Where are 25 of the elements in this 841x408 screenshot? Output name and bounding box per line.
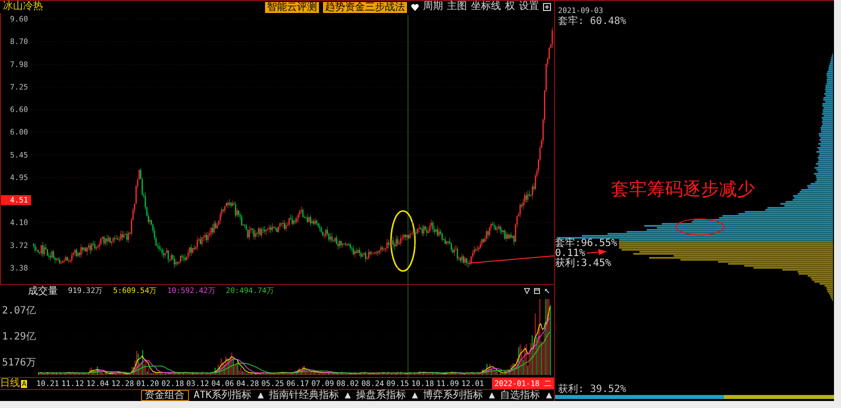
trapped-ratio: 套牢: 60.48%	[558, 16, 628, 28]
strategy-button[interactable]: 智能云评测	[265, 2, 319, 12]
menu-item[interactable]: 主图	[447, 1, 467, 13]
menu-item[interactable]: 周期	[423, 1, 443, 13]
period-label[interactable]: 日线	[0, 378, 20, 389]
volume-axis-label: 5176万	[2, 358, 36, 368]
stock-name: 冰山冷热	[3, 1, 43, 13]
volume-axis-label: 2.07亿	[2, 306, 36, 316]
menu-item[interactable]: 设置	[519, 1, 539, 13]
indicator-menu[interactable]: 操盘系指标 ▲	[356, 390, 418, 400]
menu-item[interactable]: 权	[505, 1, 515, 13]
indicator-menu[interactable]: 博弈系列指标 ▲	[422, 390, 495, 400]
menu-item[interactable]: 坐标线	[471, 1, 501, 13]
indicator-menu[interactable]: 自选指标 ▲	[500, 390, 552, 400]
toolbar-tab[interactable]: 资金组合	[140, 390, 189, 401]
annotation-text: 套牢筹码逐步减少	[611, 178, 755, 201]
volume-title: 成交量	[28, 284, 58, 298]
strategy-button[interactable]: 趋势资金三步战法	[323, 2, 407, 12]
volume-axis-label: 1.29亿	[2, 332, 36, 342]
indicator-menu[interactable]: ATK系列指标 ▲	[194, 390, 264, 400]
chip-reading: 0.11%	[555, 249, 588, 259]
profit-ratio: 获利: 39.52%	[557, 384, 628, 395]
chip-reading: 套牢:96.55%	[555, 239, 620, 249]
chip-reading: 获利:3.45%	[555, 259, 614, 269]
indicator-menu[interactable]: 指南针经典指标 ▲	[268, 390, 351, 400]
